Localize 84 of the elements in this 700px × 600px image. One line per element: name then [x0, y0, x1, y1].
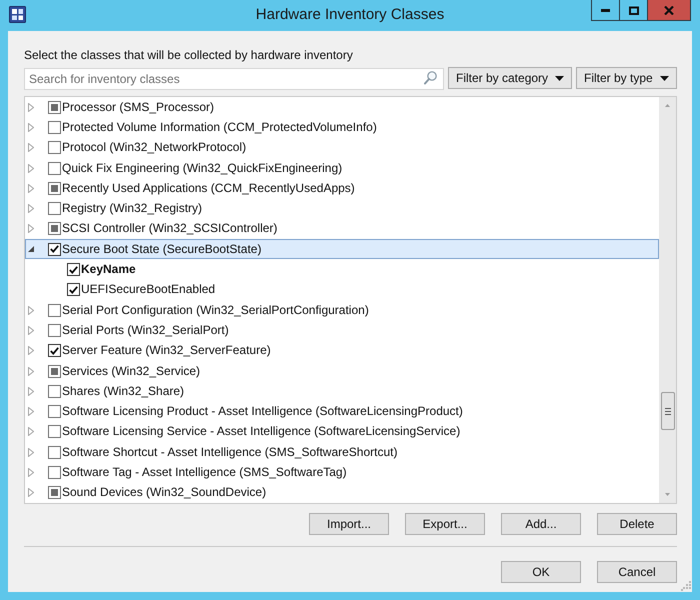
tree-row[interactable]: Software Licensing Product - Asset Intelligence (SoftwareLicensingProduct): [25, 401, 659, 422]
caret-icon: [660, 76, 669, 80]
class-name: Registry (Win32_Registry): [62, 201, 202, 216]
checkbox[interactable]: [48, 466, 61, 479]
checkbox[interactable]: [48, 100, 61, 114]
caret-icon: [555, 76, 564, 80]
tree-row[interactable]: Shares (Win32_Share): [25, 381, 659, 402]
grip-icon: [664, 408, 670, 414]
class-name: Secure Boot State (SecureBootState): [62, 242, 262, 257]
tree-row[interactable]: KeyName: [25, 259, 659, 280]
tree-row[interactable]: UEFISecureBootEnabled: [25, 280, 659, 300]
tree-row[interactable]: Sound Devices (Win32_SoundDevice): [25, 482, 659, 503]
tree-row[interactable]: Processor (SMS_Processor): [25, 97, 659, 118]
class-name: Sound Devices (Win32_SoundDevice): [62, 485, 266, 500]
checkbox[interactable]: [48, 202, 61, 216]
checkbox[interactable]: [48, 344, 61, 358]
app-icon[interactable]: [9, 6, 26, 23]
checkbox[interactable]: [48, 324, 61, 337]
class-name: Serial Ports (Win32_SerialPort): [62, 322, 229, 338]
class-name: Software Licensing Product - Asset Intelligence (SoftwareLicensingProduct): [62, 404, 463, 420]
tree-row[interactable]: Serial Ports (Win32_SerialPort): [25, 320, 659, 341]
minimize-icon: [601, 8, 610, 12]
filter-dropdown[interactable]: Filter by category: [448, 67, 572, 89]
checkbox[interactable]: [48, 304, 61, 317]
checkbox[interactable]: [48, 120, 61, 134]
dialog-button[interactable]: OK: [501, 561, 581, 583]
class-name: Protected Volume Information (CCM_ProtectedVolumeInfo): [62, 120, 377, 135]
class-name: Shares (Win32_Share): [62, 384, 184, 399]
class-name: Serial Port Configuration (Win32_SerialPortConfiguration): [62, 302, 369, 318]
class-name: UEFISecureBootEnabled: [81, 282, 216, 298]
checkbox[interactable]: [67, 283, 80, 296]
class-name: SCSI Controller (Win32_SCSIController): [62, 221, 278, 236]
checkbox[interactable]: [48, 425, 61, 438]
tree-row[interactable]: Quick Fix Engineering (Win32_QuickFixEngineering): [25, 158, 659, 178]
instruction-text: Select the classes that will be collected by hardware inventory: [24, 47, 353, 63]
tree-row[interactable]: Software Licensing Service - Asset Intelligence (SoftwareLicensingService): [25, 422, 659, 442]
tree-row[interactable]: Registry (Win32_Registry): [25, 198, 659, 219]
tree-row[interactable]: Software Tag - Asset Intelligence (SMS_SoftwareTag): [25, 462, 659, 483]
class-name: Software Shortcut - Asset Intelligence (SMS_SoftwareShortcut): [62, 444, 398, 460]
close-button[interactable]: [647, 0, 690, 20]
checkbox[interactable]: [48, 182, 61, 195]
action-button[interactable]: Delete: [597, 513, 677, 535]
tree-row[interactable]: Recently Used Applications (CCM_RecentlyUsedApps): [25, 178, 659, 198]
search-icon: [424, 71, 437, 85]
maximize-icon: [628, 6, 638, 14]
checkbox[interactable]: [48, 446, 61, 459]
resize-grip-icon[interactable]: [681, 581, 691, 591]
tree-row[interactable]: SCSI Controller (Win32_SCSIController): [25, 218, 659, 240]
class-name: Services (Win32_Service): [62, 364, 200, 378]
tree-row[interactable]: Protocol (Win32_NetworkProtocol): [25, 138, 659, 158]
close-icon: [664, 6, 674, 14]
class-name: Software Tag - Asset Intelligence (SMS_SoftwareTag): [62, 464, 347, 480]
checkbox[interactable]: [67, 263, 80, 276]
tree-row[interactable]: Services (Win32_Service): [25, 360, 659, 382]
class-name: Software Licensing Service - Asset Intelligence (SoftwareLicensingService): [62, 424, 460, 440]
checkbox[interactable]: [48, 405, 61, 418]
dialog-button[interactable]: Cancel: [597, 561, 677, 583]
action-button[interactable]: Add...: [501, 513, 581, 535]
checkbox[interactable]: [48, 162, 61, 175]
tree-row[interactable]: Serial Port Configuration (Win32_SerialPortConfiguration): [25, 300, 659, 320]
action-button[interactable]: Export...: [405, 513, 485, 535]
filter-dropdown[interactable]: Filter by type: [576, 67, 677, 89]
tree-row[interactable]: Software Shortcut - Asset Intelligence (SMS_SoftwareShortcut): [25, 442, 659, 462]
checkbox[interactable]: [48, 486, 61, 500]
class-name: KeyName: [81, 262, 136, 278]
expanded-arrow-icon[interactable]: [28, 246, 34, 252]
class-name: Server Feature (Win32_ServerFeature): [62, 343, 271, 358]
class-name: Quick Fix Engineering (Win32_QuickFixEngineering): [62, 160, 342, 176]
action-button[interactable]: Import...: [309, 513, 389, 535]
tree-row[interactable]: Protected Volume Information (CCM_ProtectedVolumeInfo): [25, 117, 659, 138]
class-name: Recently Used Applications (CCM_RecentlyUsedApps): [62, 180, 355, 196]
tree-row[interactable]: Secure Boot State (SecureBootState): [25, 239, 659, 260]
class-name: Protocol (Win32_NetworkProtocol): [62, 140, 246, 156]
checkbox[interactable]: [48, 242, 61, 256]
class-name: Processor (SMS_Processor): [62, 100, 214, 115]
scrollbar-thumb[interactable]: [660, 392, 674, 430]
checkbox[interactable]: [48, 384, 61, 398]
checkbox[interactable]: [48, 141, 61, 154]
search-field[interactable]: Search for inventory classes: [24, 68, 444, 90]
window-title: Hardware Inventory Classes: [256, 5, 444, 26]
tree-row[interactable]: Server Feature (Win32_ServerFeature): [25, 340, 659, 361]
scrollbar[interactable]: [659, 97, 676, 503]
checkbox[interactable]: [48, 364, 61, 378]
checkbox[interactable]: [48, 222, 61, 236]
